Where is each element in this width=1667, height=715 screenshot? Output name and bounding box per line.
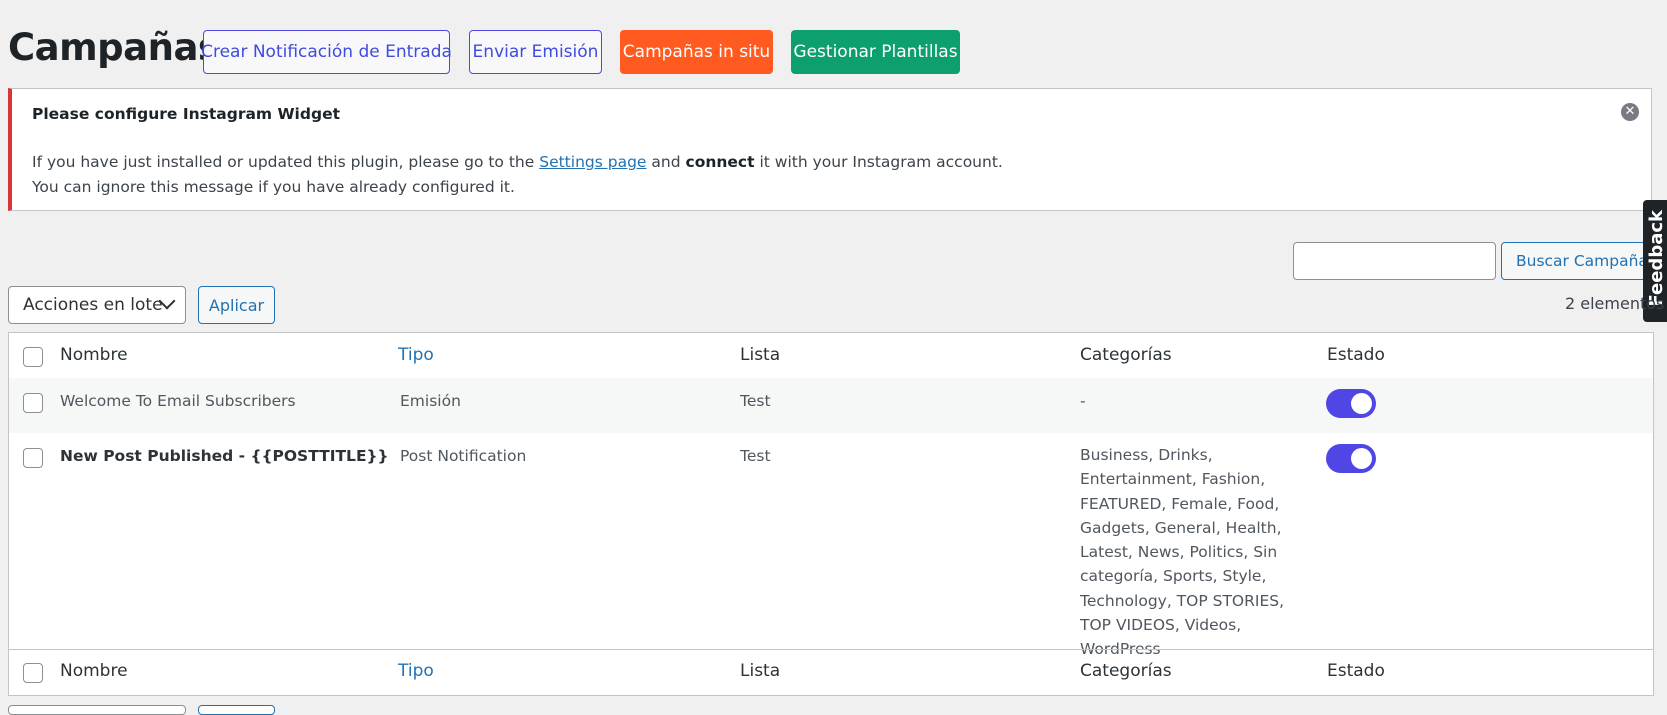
page-title: Campañas (8, 26, 220, 69)
column-header-list: Lista (740, 345, 781, 365)
bulk-actions-select-bottom[interactable] (8, 705, 186, 715)
notice-title: Please configure Instagram Widget (32, 105, 340, 123)
dismiss-icon[interactable]: ✕ (1621, 103, 1639, 121)
feedback-label: Feedback (1646, 210, 1667, 307)
notice-line-2: You can ignore this message if you have … (32, 178, 515, 196)
table-row: New Post Published - {{POSTTITLE}} Post … (9, 433, 1653, 658)
search-input[interactable] (1293, 242, 1496, 280)
campaign-type: Post Notification (400, 447, 527, 465)
column-footer-status: Estado (1327, 661, 1385, 681)
manage-templates-button[interactable]: Gestionar Plantillas (791, 30, 960, 74)
select-all-checkbox-footer[interactable] (23, 663, 43, 683)
apply-button-bottom[interactable] (198, 705, 275, 715)
campaign-list: Test (740, 447, 771, 465)
campaigns-table: Nombre Tipo Lista Categorías Estado Welc… (8, 332, 1654, 696)
settings-page-link[interactable]: Settings page (539, 153, 646, 171)
bulk-actions-value: Acciones en lote (23, 295, 163, 315)
create-inbound-notification-button[interactable]: Crear Notificación de Entrada (201, 30, 452, 74)
column-header-categories: Categorías (1080, 345, 1172, 365)
column-footer-categories: Categorías (1080, 661, 1172, 681)
table-row: Welcome To Email Subscribers Emisión Tes… (9, 378, 1653, 433)
campaign-categories: Business, Drinks, Entertainment, Fashion… (1080, 446, 1285, 659)
onsite-campaigns-button[interactable]: Campañas in situ (620, 30, 773, 74)
search-campaigns-button[interactable]: Buscar Campañas (1501, 242, 1661, 280)
column-footer-list: Lista (740, 661, 781, 681)
notice-bold-text: connect (685, 153, 755, 171)
column-header-status: Estado (1327, 345, 1385, 365)
footer-divider (9, 649, 1653, 650)
toggle-knob (1351, 448, 1372, 469)
campaign-type: Emisión (400, 392, 461, 410)
campaign-name[interactable]: Welcome To Email Subscribers (60, 392, 296, 410)
status-toggle[interactable] (1326, 389, 1376, 418)
select-all-checkbox[interactable] (23, 347, 43, 367)
row-checkbox[interactable] (23, 448, 43, 468)
status-toggle[interactable] (1326, 444, 1376, 473)
notice-text: and (651, 153, 681, 171)
campaign-name[interactable]: New Post Published - {{POSTTITLE}} (60, 447, 389, 465)
bulk-actions-select[interactable]: Acciones en lote (8, 286, 186, 324)
instagram-notice: Please configure Instagram Widget If you… (8, 88, 1652, 211)
column-header-name: Nombre (60, 345, 128, 365)
campaign-list: Test (740, 392, 771, 410)
item-count: 2 elementos (1565, 294, 1665, 313)
campaign-categories: - (1080, 392, 1086, 410)
notice-line-1: If you have just installed or updated th… (32, 153, 1003, 171)
row-checkbox[interactable] (23, 393, 43, 413)
column-footer-name: Nombre (60, 661, 128, 681)
column-header-type[interactable]: Tipo (398, 345, 434, 365)
notice-text: it with your Instagram account. (759, 153, 1003, 171)
notice-text: If you have just installed or updated th… (32, 153, 535, 171)
send-broadcast-button[interactable]: Enviar Emisión (469, 30, 602, 74)
toggle-knob (1351, 393, 1372, 414)
apply-button[interactable]: Aplicar (198, 286, 275, 324)
column-footer-type[interactable]: Tipo (398, 661, 434, 681)
